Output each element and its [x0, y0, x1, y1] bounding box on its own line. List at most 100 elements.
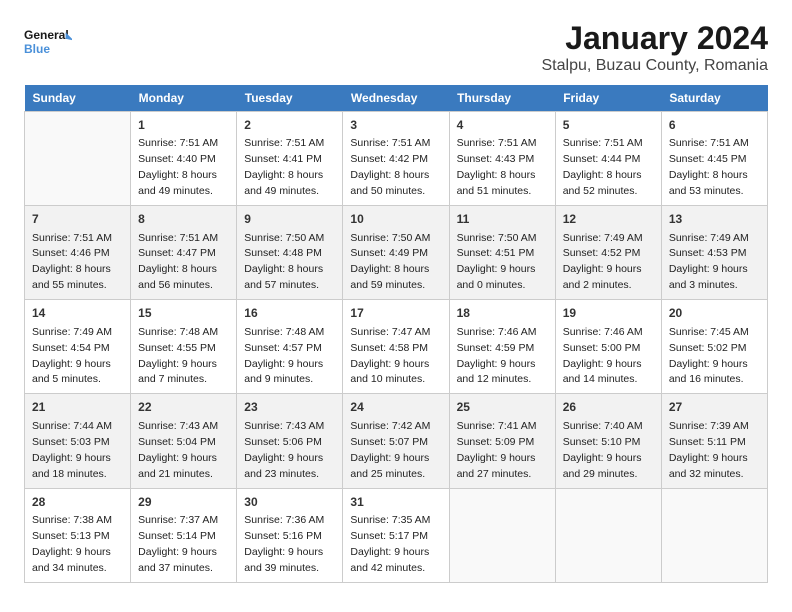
day-number: 25	[457, 399, 548, 416]
day-number: 22	[138, 399, 229, 416]
day-info: Sunrise: 7:49 AMSunset: 4:53 PMDaylight:…	[669, 232, 749, 292]
day-info: Sunrise: 7:51 AMSunset: 4:42 PMDaylight:…	[350, 137, 430, 197]
calendar-cell: 12 Sunrise: 7:49 AMSunset: 4:52 PMDaylig…	[555, 206, 661, 300]
weekday-header-tuesday: Tuesday	[237, 85, 343, 112]
day-info: Sunrise: 7:51 AMSunset: 4:47 PMDaylight:…	[138, 232, 218, 292]
calendar-cell: 25 Sunrise: 7:41 AMSunset: 5:09 PMDaylig…	[449, 394, 555, 488]
calendar-cell	[661, 488, 767, 582]
day-number: 2	[244, 117, 335, 134]
weekday-header-wednesday: Wednesday	[343, 85, 449, 112]
calendar-cell: 11 Sunrise: 7:50 AMSunset: 4:51 PMDaylig…	[449, 206, 555, 300]
calendar-cell: 5 Sunrise: 7:51 AMSunset: 4:44 PMDayligh…	[555, 112, 661, 206]
calendar-cell	[449, 488, 555, 582]
day-info: Sunrise: 7:38 AMSunset: 5:13 PMDaylight:…	[32, 514, 112, 574]
day-number: 3	[350, 117, 441, 134]
day-info: Sunrise: 7:47 AMSunset: 4:58 PMDaylight:…	[350, 326, 430, 386]
calendar-cell: 8 Sunrise: 7:51 AMSunset: 4:47 PMDayligh…	[131, 206, 237, 300]
location-title: Stalpu, Buzau County, Romania	[542, 57, 769, 75]
day-number: 10	[350, 211, 441, 228]
logo: General Blue	[24, 20, 72, 64]
calendar-cell: 17 Sunrise: 7:47 AMSunset: 4:58 PMDaylig…	[343, 300, 449, 394]
day-info: Sunrise: 7:45 AMSunset: 5:02 PMDaylight:…	[669, 326, 749, 386]
calendar-cell: 30 Sunrise: 7:36 AMSunset: 5:16 PMDaylig…	[237, 488, 343, 582]
week-row-5: 28 Sunrise: 7:38 AMSunset: 5:13 PMDaylig…	[25, 488, 768, 582]
calendar-cell: 29 Sunrise: 7:37 AMSunset: 5:14 PMDaylig…	[131, 488, 237, 582]
day-number: 14	[32, 305, 123, 322]
calendar-cell: 31 Sunrise: 7:35 AMSunset: 5:17 PMDaylig…	[343, 488, 449, 582]
day-number: 28	[32, 494, 123, 511]
day-number: 6	[669, 117, 760, 134]
day-number: 1	[138, 117, 229, 134]
weekday-header-friday: Friday	[555, 85, 661, 112]
svg-text:Blue: Blue	[24, 42, 50, 56]
day-info: Sunrise: 7:36 AMSunset: 5:16 PMDaylight:…	[244, 514, 324, 574]
day-info: Sunrise: 7:37 AMSunset: 5:14 PMDaylight:…	[138, 514, 218, 574]
day-info: Sunrise: 7:51 AMSunset: 4:45 PMDaylight:…	[669, 137, 749, 197]
calendar-cell: 10 Sunrise: 7:50 AMSunset: 4:49 PMDaylig…	[343, 206, 449, 300]
calendar-cell: 27 Sunrise: 7:39 AMSunset: 5:11 PMDaylig…	[661, 394, 767, 488]
calendar-cell: 9 Sunrise: 7:50 AMSunset: 4:48 PMDayligh…	[237, 206, 343, 300]
week-row-2: 7 Sunrise: 7:51 AMSunset: 4:46 PMDayligh…	[25, 206, 768, 300]
calendar-cell: 19 Sunrise: 7:46 AMSunset: 5:00 PMDaylig…	[555, 300, 661, 394]
day-number: 16	[244, 305, 335, 322]
day-info: Sunrise: 7:50 AMSunset: 4:49 PMDaylight:…	[350, 232, 430, 292]
calendar-cell: 24 Sunrise: 7:42 AMSunset: 5:07 PMDaylig…	[343, 394, 449, 488]
calendar-cell: 18 Sunrise: 7:46 AMSunset: 4:59 PMDaylig…	[449, 300, 555, 394]
day-info: Sunrise: 7:44 AMSunset: 5:03 PMDaylight:…	[32, 420, 112, 480]
calendar-cell: 28 Sunrise: 7:38 AMSunset: 5:13 PMDaylig…	[25, 488, 131, 582]
day-info: Sunrise: 7:51 AMSunset: 4:44 PMDaylight:…	[563, 137, 643, 197]
day-info: Sunrise: 7:48 AMSunset: 4:55 PMDaylight:…	[138, 326, 218, 386]
day-number: 9	[244, 211, 335, 228]
day-number: 30	[244, 494, 335, 511]
day-info: Sunrise: 7:51 AMSunset: 4:46 PMDaylight:…	[32, 232, 112, 292]
day-info: Sunrise: 7:49 AMSunset: 4:52 PMDaylight:…	[563, 232, 643, 292]
day-number: 29	[138, 494, 229, 511]
calendar-cell: 26 Sunrise: 7:40 AMSunset: 5:10 PMDaylig…	[555, 394, 661, 488]
day-number: 23	[244, 399, 335, 416]
calendar-cell: 22 Sunrise: 7:43 AMSunset: 5:04 PMDaylig…	[131, 394, 237, 488]
day-number: 15	[138, 305, 229, 322]
calendar-cell: 15 Sunrise: 7:48 AMSunset: 4:55 PMDaylig…	[131, 300, 237, 394]
page-header: General Blue January 2024 Stalpu, Buzau …	[24, 20, 768, 75]
day-number: 4	[457, 117, 548, 134]
day-number: 21	[32, 399, 123, 416]
day-info: Sunrise: 7:51 AMSunset: 4:40 PMDaylight:…	[138, 137, 218, 197]
day-info: Sunrise: 7:42 AMSunset: 5:07 PMDaylight:…	[350, 420, 430, 480]
calendar-cell: 16 Sunrise: 7:48 AMSunset: 4:57 PMDaylig…	[237, 300, 343, 394]
day-number: 17	[350, 305, 441, 322]
week-row-4: 21 Sunrise: 7:44 AMSunset: 5:03 PMDaylig…	[25, 394, 768, 488]
day-info: Sunrise: 7:43 AMSunset: 5:04 PMDaylight:…	[138, 420, 218, 480]
svg-text:General: General	[24, 28, 69, 42]
day-number: 7	[32, 211, 123, 228]
calendar-cell: 1 Sunrise: 7:51 AMSunset: 4:40 PMDayligh…	[131, 112, 237, 206]
calendar-cell	[25, 112, 131, 206]
day-info: Sunrise: 7:48 AMSunset: 4:57 PMDaylight:…	[244, 326, 324, 386]
day-info: Sunrise: 7:50 AMSunset: 4:48 PMDaylight:…	[244, 232, 324, 292]
day-info: Sunrise: 7:49 AMSunset: 4:54 PMDaylight:…	[32, 326, 112, 386]
day-number: 5	[563, 117, 654, 134]
day-number: 27	[669, 399, 760, 416]
calendar-cell: 3 Sunrise: 7:51 AMSunset: 4:42 PMDayligh…	[343, 112, 449, 206]
calendar-cell: 2 Sunrise: 7:51 AMSunset: 4:41 PMDayligh…	[237, 112, 343, 206]
day-info: Sunrise: 7:50 AMSunset: 4:51 PMDaylight:…	[457, 232, 537, 292]
weekday-header-row: SundayMondayTuesdayWednesdayThursdayFrid…	[25, 85, 768, 112]
day-number: 8	[138, 211, 229, 228]
weekday-header-sunday: Sunday	[25, 85, 131, 112]
calendar-cell: 21 Sunrise: 7:44 AMSunset: 5:03 PMDaylig…	[25, 394, 131, 488]
logo-svg: General Blue	[24, 20, 72, 64]
week-row-1: 1 Sunrise: 7:51 AMSunset: 4:40 PMDayligh…	[25, 112, 768, 206]
day-number: 20	[669, 305, 760, 322]
calendar-cell: 4 Sunrise: 7:51 AMSunset: 4:43 PMDayligh…	[449, 112, 555, 206]
weekday-header-monday: Monday	[131, 85, 237, 112]
week-row-3: 14 Sunrise: 7:49 AMSunset: 4:54 PMDaylig…	[25, 300, 768, 394]
calendar-cell: 6 Sunrise: 7:51 AMSunset: 4:45 PMDayligh…	[661, 112, 767, 206]
day-info: Sunrise: 7:40 AMSunset: 5:10 PMDaylight:…	[563, 420, 643, 480]
calendar-cell	[555, 488, 661, 582]
day-info: Sunrise: 7:43 AMSunset: 5:06 PMDaylight:…	[244, 420, 324, 480]
calendar-cell: 7 Sunrise: 7:51 AMSunset: 4:46 PMDayligh…	[25, 206, 131, 300]
calendar-cell: 20 Sunrise: 7:45 AMSunset: 5:02 PMDaylig…	[661, 300, 767, 394]
month-title: January 2024	[542, 20, 769, 57]
calendar-cell: 13 Sunrise: 7:49 AMSunset: 4:53 PMDaylig…	[661, 206, 767, 300]
calendar-cell: 23 Sunrise: 7:43 AMSunset: 5:06 PMDaylig…	[237, 394, 343, 488]
day-number: 13	[669, 211, 760, 228]
